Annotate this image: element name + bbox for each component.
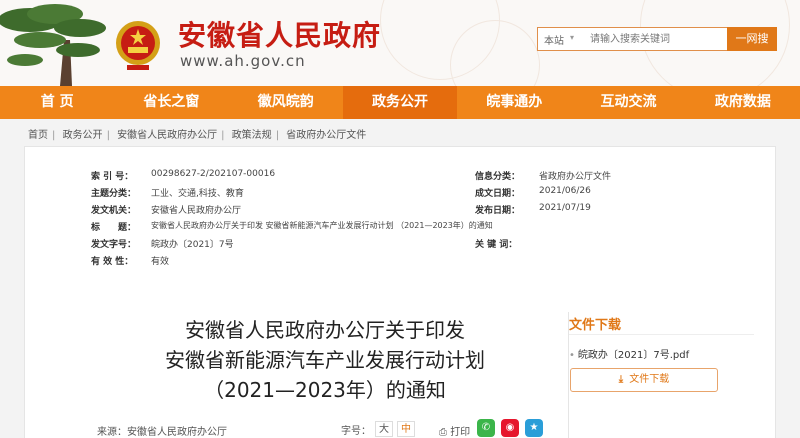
source-text: 来源：安徽省人民政府办公厅 xyxy=(97,427,227,438)
download-icon: ⤓ xyxy=(618,374,624,385)
breadcrumb-item[interactable]: 省政府办公厅文件 xyxy=(286,130,366,141)
divider xyxy=(569,334,754,335)
nav-item-governor[interactable]: 省长之窗 xyxy=(114,86,228,119)
nav-item-services[interactable]: 皖事通办 xyxy=(457,86,571,119)
qq-icon[interactable]: ★ xyxy=(525,419,543,437)
site-header: 安徽省人民政府 www.ah.gov.cn 本站 ▾ 一网搜 xyxy=(0,0,800,86)
nav-item-interaction[interactable]: 互动交流 xyxy=(571,86,685,119)
meta-label: 发文字号： xyxy=(91,240,137,250)
nav-item-home[interactable]: 首 页 xyxy=(0,86,114,119)
chevron-down-icon[interactable]: ▾ xyxy=(570,33,574,42)
site-title[interactable]: 安徽省人民政府 xyxy=(178,14,381,54)
download-button-label: 文件下载 xyxy=(629,374,670,385)
weibo-icon[interactable]: ◉ xyxy=(501,419,519,437)
breadcrumb-item[interactable]: 安徽省人民政府办公厅 xyxy=(117,130,217,141)
bullet-icon: • xyxy=(569,350,575,361)
meta-label: 成文日期： xyxy=(475,189,521,199)
meta-value: 2021/06/26 xyxy=(539,186,591,196)
download-button[interactable]: ⤓ 文件下载 xyxy=(570,368,718,392)
font-size-label: 字号： xyxy=(341,425,371,437)
meta-label: 关 键 词： xyxy=(475,240,518,250)
meta-value: 有效 xyxy=(151,257,170,267)
meta-label: 主题分类： xyxy=(91,189,137,199)
site-url: www.ah.gov.cn xyxy=(180,52,306,70)
breadcrumb-item[interactable]: 政务公开 xyxy=(63,130,103,141)
meta-row: 发文机关： 安徽省人民政府办公厅 xyxy=(91,203,471,219)
meta-row: 索 引 号： 00298627-2/202107-00016 xyxy=(91,169,471,185)
content-panel: 索 引 号： 00298627-2/202107-00016 信息分类： 省政府… xyxy=(24,146,776,438)
meta-row: 关 键 词： xyxy=(475,237,655,253)
search-button[interactable]: 一网搜 xyxy=(727,27,777,51)
meta-value: 00298627-2/202107-00016 xyxy=(151,169,276,179)
meta-value: 工业、交通,科技、教育 xyxy=(151,189,244,199)
nav-item-culture[interactable]: 徽风皖韵 xyxy=(229,86,343,119)
meta-row: 标 题： 安徽省人民政府办公厅关于印发 安徽省新能源汽车产业发展行动计划 （20… xyxy=(91,220,651,236)
title-line: （2021—2023年）的通知 xyxy=(204,378,446,402)
meta-row: 发文字号： 皖政办〔2021〕7号 xyxy=(91,237,471,253)
search-input[interactable] xyxy=(590,30,720,48)
meta-value: 皖政办〔2021〕7号 xyxy=(151,240,234,250)
font-medium-button[interactable]: 中 xyxy=(397,421,415,437)
meta-label: 索 引 号： xyxy=(91,172,134,182)
main-nav: 首 页 省长之窗 徽风皖韵 政务公开 皖事通办 互动交流 政府数据 xyxy=(0,86,800,119)
meta-value: 安徽省人民政府办公厅关于印发 安徽省新能源汽车产业发展行动计划 （2021—20… xyxy=(151,221,493,230)
pine-tree-icon xyxy=(0,4,106,86)
title-line: 安徽省人民政府办公厅关于印发 xyxy=(185,318,465,342)
nav-item-data[interactable]: 政府数据 xyxy=(686,86,800,119)
meta-label: 发文机关： xyxy=(91,206,137,216)
print-icon: ⎙ xyxy=(439,427,447,438)
search-box: 本站 ▾ 一网搜 xyxy=(537,27,777,51)
file-name[interactable]: 皖政办〔2021〕7号.pdf xyxy=(578,350,689,361)
font-large-button[interactable]: 大 xyxy=(375,421,393,437)
meta-row: 发布日期： 2021/07/19 xyxy=(475,203,655,219)
page-title: 安徽省人民政府办公厅关于印发 安徽省新能源汽车产业发展行动计划 （2021—20… xyxy=(105,315,545,405)
meta-value: 安徽省人民政府办公厅 xyxy=(151,206,242,216)
meta-value: 省政府办公厅文件 xyxy=(539,172,612,182)
meta-label: 标 题： xyxy=(91,223,137,233)
download-title: 文件下载 xyxy=(569,318,622,333)
meta-value: 2021/07/19 xyxy=(539,203,591,213)
breadcrumb-item[interactable]: 政策法规 xyxy=(232,130,272,141)
font-size-control: 字号： 大 中 xyxy=(341,421,415,437)
meta-label: 有 效 性： xyxy=(91,257,134,267)
nav-item-gov-affairs[interactable]: 政务公开 xyxy=(342,86,458,119)
meta-label: 信息分类： xyxy=(475,172,521,182)
breadcrumb-item[interactable]: 首页 xyxy=(28,130,48,141)
print-button[interactable]: ⎙ 打印 xyxy=(439,423,470,438)
download-panel: 文件下载 • 皖政办〔2021〕7号.pdf ⤓ 文件下载 xyxy=(568,312,754,438)
national-emblem-icon xyxy=(116,21,160,70)
meta-row: 成文日期： 2021/06/26 xyxy=(475,186,655,202)
breadcrumb: 首页 | 政务公开 | 安徽省人民政府办公厅 | 政策法规 | 省政府办公厅文件 xyxy=(28,130,367,141)
search-scope-select[interactable]: 本站 xyxy=(544,32,564,47)
meta-row: 有 效 性： 有效 xyxy=(91,254,471,270)
print-label: 打印 xyxy=(450,427,471,438)
meta-row: 信息分类： 省政府办公厅文件 xyxy=(475,169,655,185)
meta-label: 发布日期： xyxy=(475,206,521,216)
title-line: 安徽省新能源汽车产业发展行动计划 xyxy=(165,348,485,372)
wechat-icon[interactable]: ✆ xyxy=(477,419,495,437)
download-file-link[interactable]: • 皖政办〔2021〕7号.pdf xyxy=(569,346,689,361)
meta-row: 主题分类： 工业、交通,科技、教育 xyxy=(91,186,471,202)
